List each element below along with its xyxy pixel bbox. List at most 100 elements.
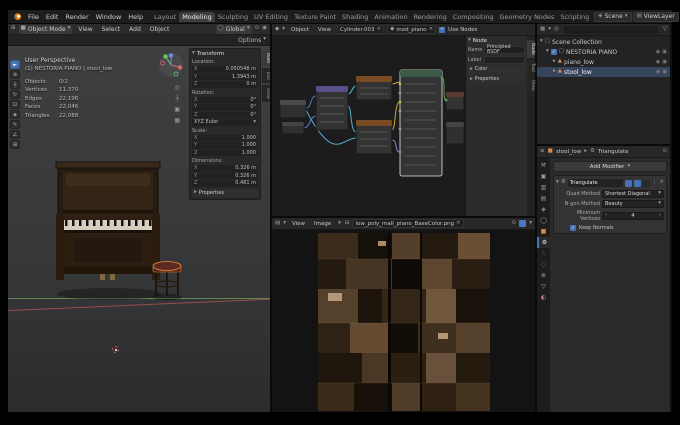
orientation-dropdown[interactable]: ◯ Global ▾ — [215, 24, 252, 34]
keep-normals-checkbox[interactable]: ✓ — [570, 225, 576, 231]
menu-view[interactable]: View — [289, 221, 308, 227]
tab-sculpting[interactable]: Sculpting — [215, 12, 251, 22]
editor-type-icon[interactable]: ≡ — [540, 148, 545, 155]
close-icon[interactable]: × — [456, 220, 461, 227]
collection-checkbox[interactable]: ✓ — [550, 49, 557, 55]
increment-icon[interactable]: › — [659, 213, 661, 219]
extras-menu-icon[interactable]: ⋮ — [652, 180, 658, 186]
channel-selector-icon[interactable] — [519, 220, 527, 227]
dimensions-z-field[interactable]: Z 0.481 m — [192, 180, 258, 187]
slot-selector[interactable]: Cylinder.003 × — [336, 25, 385, 34]
properties-section-header[interactable]: ▸ Properties — [468, 75, 525, 83]
node-section-header[interactable]: ▾ Node — [468, 38, 525, 44]
tool-annotate[interactable]: ✎ — [10, 120, 20, 129]
tab-modeling[interactable]: Modeling — [179, 11, 215, 22]
breadcrumb-object[interactable]: stool_low — [556, 149, 581, 155]
tab-rendering[interactable]: Rendering — [411, 12, 450, 22]
menu-image[interactable]: Image — [311, 221, 334, 227]
image-name-field[interactable]: low_poly_mall_piano_BaseColor.png × — [352, 219, 464, 228]
properties-tab-output[interactable]: ▥ — [537, 182, 550, 193]
eye-icon[interactable]: ◉ — [656, 69, 660, 75]
properties-tab-physics[interactable]: ◌ — [537, 259, 550, 270]
render-toggle[interactable] — [642, 179, 650, 187]
tab-scripting[interactable]: Scripting — [557, 12, 592, 22]
sidebar-tab-view[interactable]: View — [262, 85, 270, 102]
tool-cursor[interactable]: ⊕ — [10, 70, 20, 79]
properties-tab-view-layer[interactable]: ▤ — [537, 193, 550, 204]
sidebar-tab-node[interactable]: Node — [527, 40, 535, 58]
eye-icon[interactable]: ◉ — [656, 59, 660, 65]
pin-icon[interactable]: ⊙ — [662, 148, 667, 155]
menu-object[interactable]: Object — [147, 26, 173, 33]
properties-section-header[interactable]: ▸ Properties — [192, 188, 258, 197]
node-graph-canvas[interactable] — [272, 36, 465, 216]
camera-icon[interactable]: ▣ — [662, 49, 667, 55]
tool-scale[interactable]: ⊡ — [10, 100, 20, 109]
tab-uv-editing[interactable]: UV Editing — [251, 12, 291, 22]
tab-texture-paint[interactable]: Texture Paint — [291, 12, 339, 22]
tab-animation[interactable]: Animation — [371, 12, 410, 22]
menu-select[interactable]: Select — [99, 26, 124, 33]
dimensions-y-field[interactable]: Y 0.326 m — [192, 172, 258, 179]
rotation-x-field[interactable]: X 0° — [192, 96, 258, 103]
tool-measure[interactable]: ∠ — [10, 130, 20, 139]
menu-edit[interactable]: Edit — [43, 13, 62, 21]
properties-tab-object-data[interactable]: ▽ — [537, 281, 550, 292]
tool-move[interactable]: ┼ — [10, 80, 20, 89]
properties-tab-world[interactable]: ◯ — [537, 215, 550, 226]
tool-transform[interactable]: ◈ — [10, 110, 20, 119]
rotation-mode-dropdown[interactable]: XYZ Euler ▾ — [192, 119, 258, 126]
viewport-canvas[interactable]: ► ⊕ ┼ ↻ ⊡ ◈ ✎ ∠ ⊞ User Perspective (1) N… — [8, 46, 270, 412]
location-z-field[interactable]: Z0 m — [192, 81, 258, 88]
proportional-edit-icon[interactable]: ◉ — [262, 26, 267, 32]
close-icon[interactable]: × — [429, 26, 434, 33]
editor-type-icon[interactable]: ◆ — [275, 26, 279, 33]
camera-icon[interactable]: ▣ — [662, 59, 667, 65]
menu-object[interactable]: Object — [288, 27, 312, 33]
use-nodes-checkbox[interactable]: ✓ — [439, 26, 446, 33]
node-name-field[interactable]: Principled BSDF — [484, 45, 525, 55]
filter-icon[interactable]: ▽ — [663, 26, 667, 33]
search-icon[interactable]: ◎ — [554, 26, 559, 33]
tab-compositing[interactable]: Compositing — [450, 12, 497, 22]
properties-tab-tool[interactable]: ⚒ — [537, 160, 550, 171]
mode-dropdown[interactable]: ■ Object Mode ▾ — [18, 24, 73, 34]
eye-icon[interactable]: ◉ — [656, 49, 660, 55]
tab-layout[interactable]: Layout — [151, 12, 179, 22]
material-selector[interactable]: ◆ mod_piano × — [387, 25, 437, 34]
camera-icon[interactable]: ▣ — [662, 69, 667, 75]
add-modifier-button[interactable]: Add Modifier ▾ — [553, 161, 667, 172]
tab-geometry-nodes[interactable]: Geometry Nodes — [497, 12, 558, 22]
decrement-icon[interactable]: ‹ — [605, 213, 607, 219]
blender-logo-icon[interactable] — [12, 12, 22, 22]
edit-mode-toggle[interactable] — [624, 179, 632, 187]
tab-shading[interactable]: Shading — [339, 12, 371, 22]
sidebar-tab-tool[interactable]: Tool — [527, 59, 535, 75]
tool-rotate[interactable]: ↻ — [10, 90, 20, 99]
quad-method-dropdown[interactable]: Shortest Diagonal ▾ — [602, 190, 664, 198]
new-image-icon[interactable]: ∗ — [337, 220, 342, 227]
editor-type-icon[interactable]: ⊞ — [11, 26, 16, 32]
location-x-field[interactable]: X 0.050548 m — [192, 66, 258, 73]
sidebar-tab-tool[interactable]: Tool — [262, 68, 270, 83]
properties-tab-particles[interactable]: ∴ — [537, 248, 550, 259]
minimum-vertices-field[interactable]: ‹ 4 › — [602, 212, 664, 220]
rotation-z-field[interactable]: Z 0° — [192, 111, 258, 118]
axis-gizmo[interactable] — [158, 52, 184, 78]
camera-view-icon[interactable]: ▣ — [174, 106, 180, 113]
outliner-row-scene-collection[interactable]: ▾ ▢ Scene Collection — [537, 37, 670, 47]
snap-icon[interactable]: ⊙ — [255, 26, 260, 32]
menu-view[interactable]: View — [315, 27, 334, 33]
properties-tab-material[interactable]: ◐ — [537, 292, 550, 303]
outliner-row-piano-low[interactable]: ▸ ▲ piano_low ◉ ▣ — [537, 57, 670, 67]
close-icon[interactable]: × — [377, 26, 382, 33]
outliner-row-stool-low[interactable]: ▸ ▲ stool_low ◉ ▣ — [537, 67, 670, 77]
rotation-y-field[interactable]: Y 0° — [192, 104, 258, 111]
menu-file[interactable]: File — [25, 13, 42, 21]
sidebar-tab-view[interactable]: View — [527, 76, 535, 94]
pan-icon[interactable]: ┼ — [174, 95, 180, 102]
menu-render[interactable]: Render — [62, 13, 91, 21]
properties-tab-constraints[interactable]: ⊗ — [537, 270, 550, 281]
realtime-toggle[interactable] — [633, 179, 641, 187]
scene-selector[interactable]: ◈ Scene ▾ — [594, 11, 632, 22]
